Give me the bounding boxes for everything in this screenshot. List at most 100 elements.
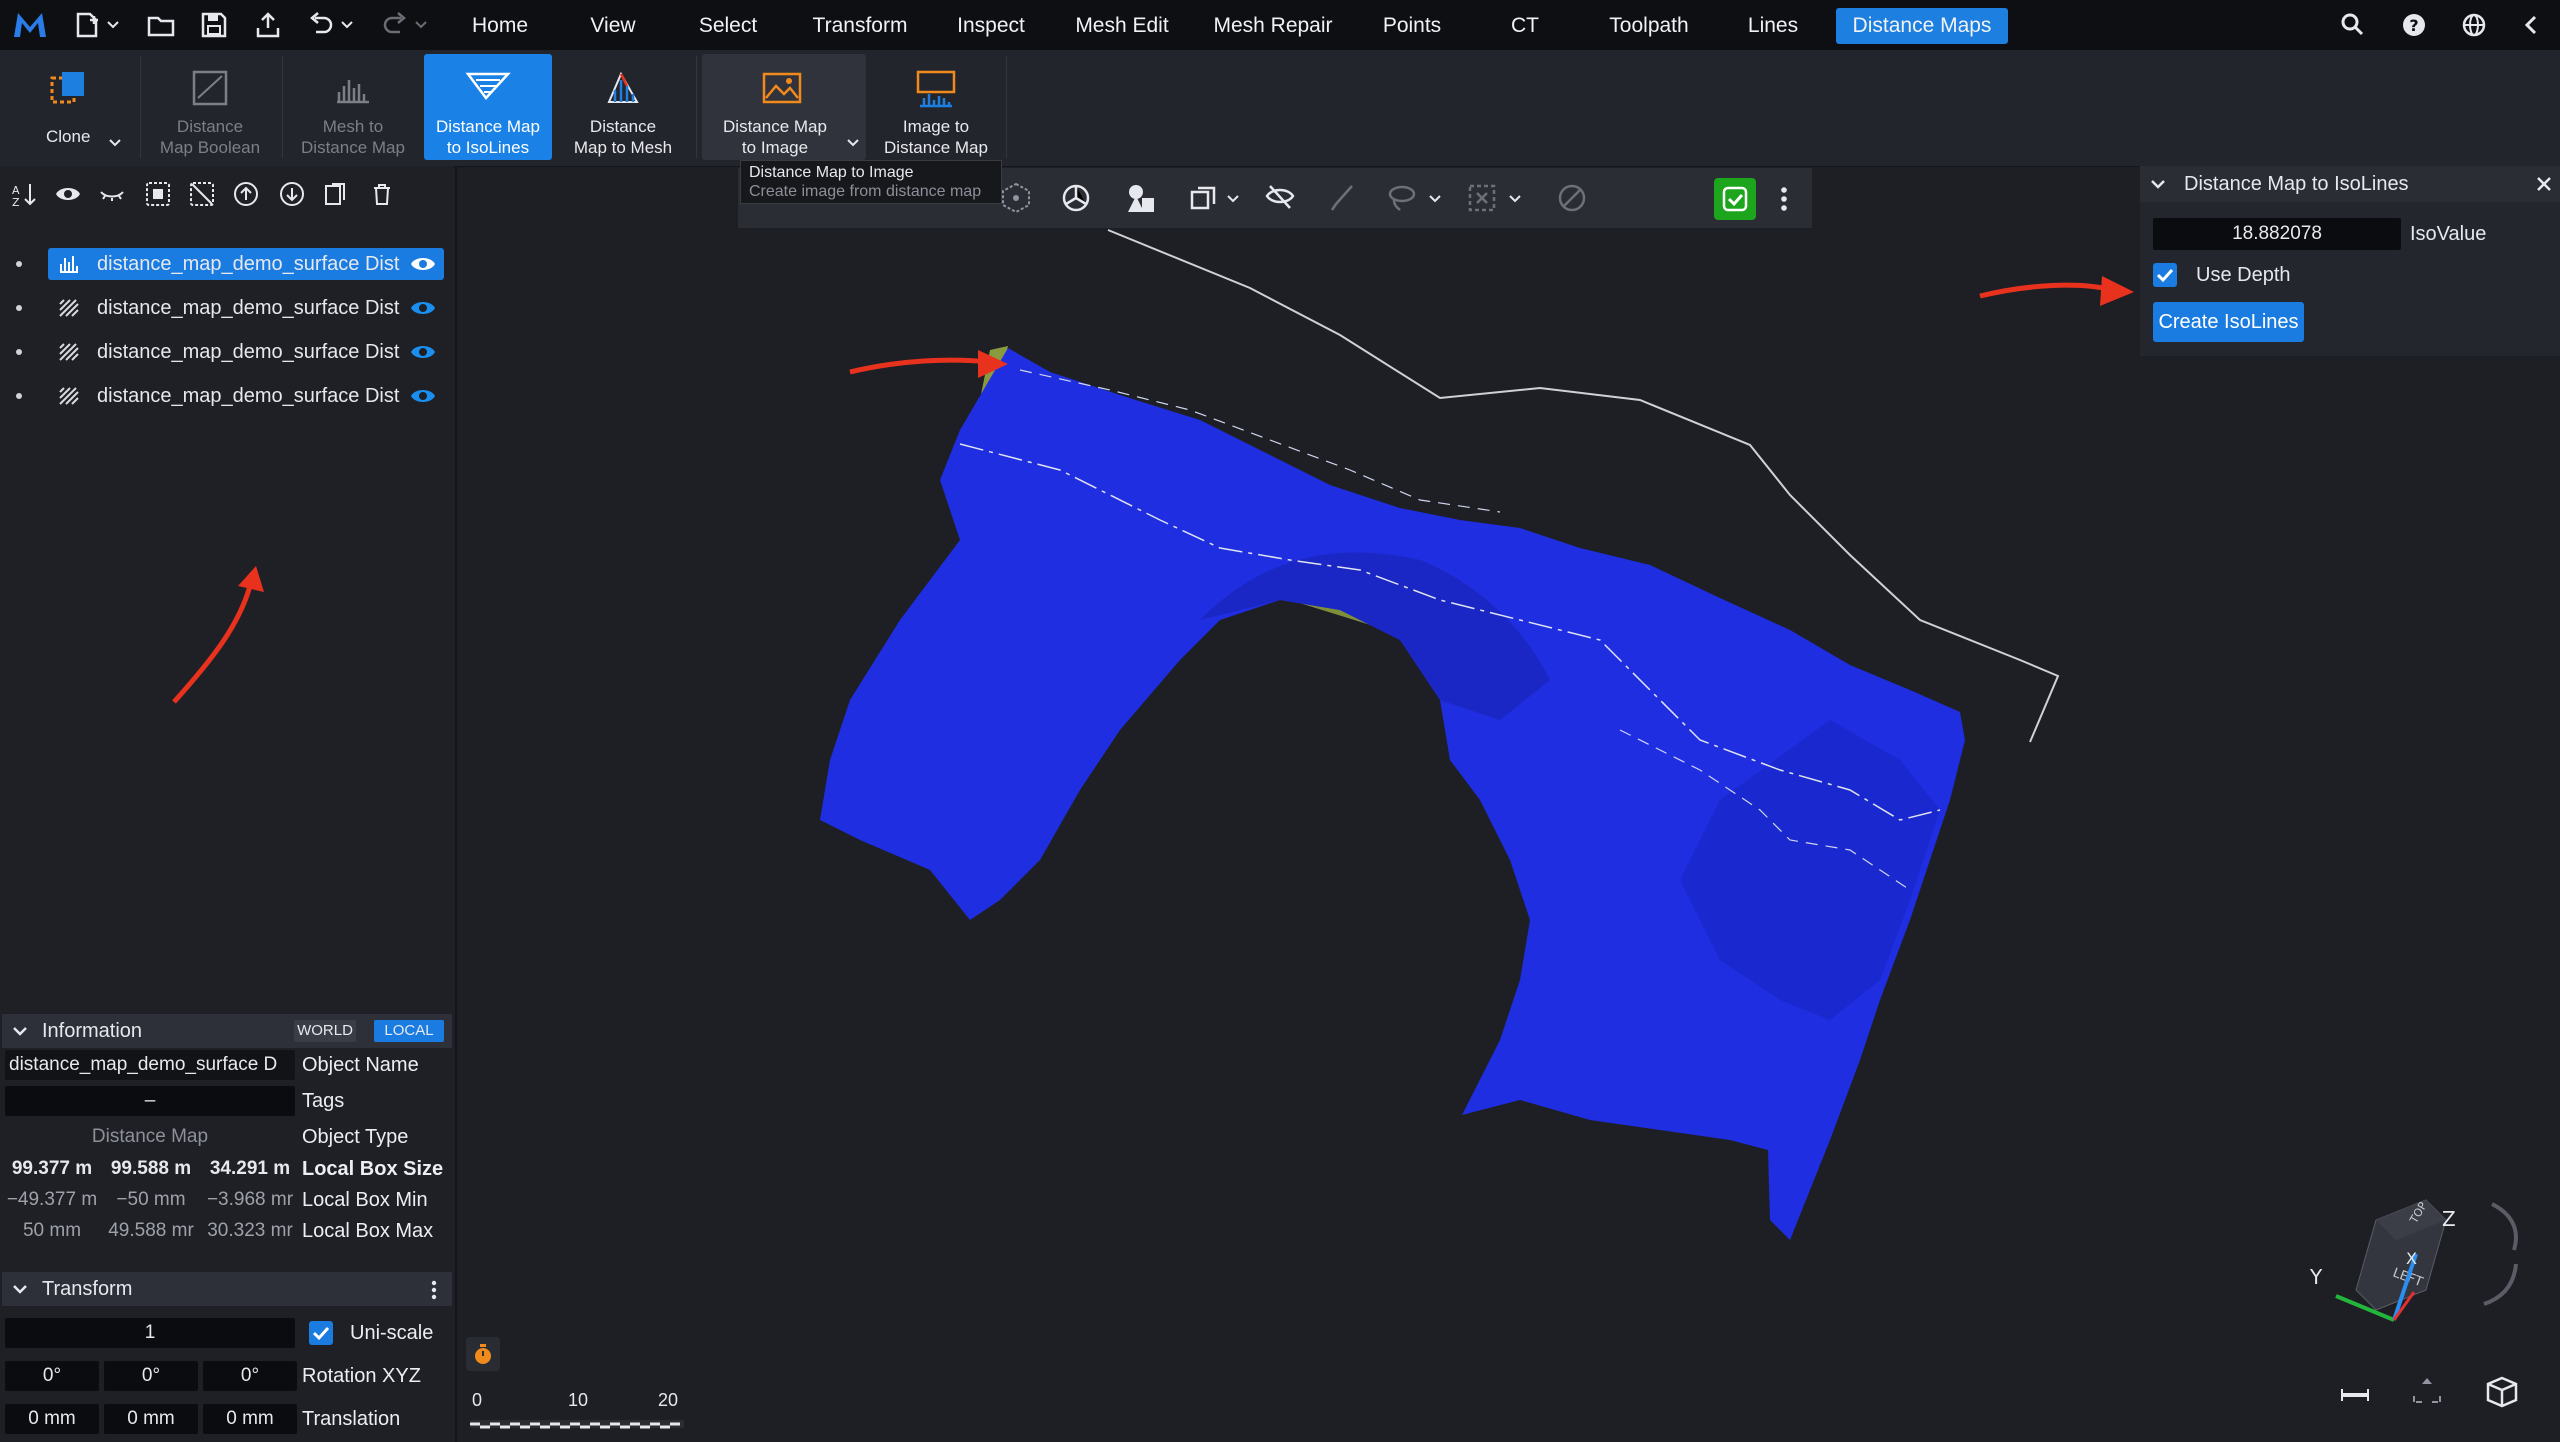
collapse-left-icon[interactable] — [2516, 10, 2546, 40]
chevron-down-icon[interactable] — [2150, 179, 2166, 189]
tree-item[interactable]: distance_map_demo_surface Dist — [0, 290, 455, 326]
mesh-to-distance-map-button[interactable]: Mesh to Distance Map — [288, 54, 418, 160]
brush-icon[interactable] — [1326, 182, 1358, 214]
save-icon[interactable] — [199, 10, 229, 40]
undo-icon[interactable] — [306, 10, 336, 40]
chevron-down-icon[interactable] — [1508, 194, 1522, 204]
distance-map-boolean-button[interactable]: Distance Map Boolean — [146, 54, 274, 160]
select-all-icon[interactable] — [144, 180, 172, 208]
scale-field[interactable]: 1 — [5, 1318, 295, 1348]
hatched-object-icon — [59, 299, 79, 317]
rotation-x-field[interactable]: 0° — [5, 1361, 99, 1391]
visibility-eye-icon[interactable] — [410, 343, 436, 361]
chevron-down-icon[interactable] — [108, 138, 122, 148]
tab-lines[interactable]: Lines — [1736, 8, 1810, 44]
tab-home[interactable]: Home — [454, 8, 546, 44]
move-up-icon[interactable] — [232, 180, 260, 208]
fit-view-icon[interactable] — [2410, 1374, 2444, 1408]
translation-y-field[interactable]: 0 mm — [104, 1404, 198, 1434]
more-options-icon[interactable] — [1780, 186, 1788, 212]
chevron-down-icon[interactable] — [1226, 194, 1240, 204]
clear-selection-icon[interactable] — [1556, 182, 1588, 214]
export-icon[interactable] — [253, 10, 283, 40]
duplicate-icon[interactable] — [322, 180, 350, 208]
distance-map-to-mesh-button[interactable]: Distance Map to Mesh — [560, 54, 686, 160]
hide-all-icon[interactable] — [98, 180, 126, 208]
clone-button[interactable]: Clone — [20, 54, 122, 160]
tab-ct[interactable]: CT — [1500, 8, 1550, 44]
box-select-icon[interactable] — [1466, 182, 1498, 214]
label-line-1: Image to — [902, 117, 970, 136]
measure-icon[interactable] — [2338, 1378, 2372, 1412]
translation-z-field[interactable]: 0 mm — [203, 1404, 297, 1434]
shapes-icon[interactable] — [1124, 182, 1156, 214]
transform-header[interactable]: Transform — [2, 1272, 452, 1306]
mesh-vertices-icon[interactable] — [1000, 182, 1032, 214]
tab-mesh-edit[interactable]: Mesh Edit — [1064, 8, 1180, 44]
translation-x-field[interactable]: 0 mm — [5, 1404, 99, 1434]
box-size-x: 99.377 m — [11, 1158, 93, 1179]
tab-toolpath[interactable]: Toolpath — [1596, 8, 1702, 44]
sort-az-icon[interactable]: AZ — [10, 180, 38, 208]
object-name-field[interactable]: distance_map_demo_surface D — [5, 1050, 295, 1080]
use-depth-checkbox[interactable] — [2153, 263, 2177, 287]
more-options-icon[interactable] — [430, 1280, 438, 1300]
distance-map-to-isolines-button[interactable]: Distance Map to IsoLines — [424, 54, 552, 160]
world-toggle[interactable]: WORLD — [294, 1020, 356, 1042]
lasso-icon[interactable] — [1386, 182, 1418, 214]
camera-orbit-icon[interactable] — [1060, 182, 1092, 214]
visibility-eye-icon[interactable] — [410, 299, 436, 317]
tab-transform[interactable]: Transform — [800, 8, 920, 44]
delete-icon[interactable] — [368, 180, 396, 208]
visibility-eye-icon[interactable] — [410, 255, 436, 273]
panel-header[interactable]: Distance Map to IsoLines — [2140, 166, 2560, 202]
uniscale-checkbox[interactable] — [309, 1321, 333, 1345]
globe-icon[interactable] — [2459, 10, 2489, 40]
move-down-icon[interactable] — [278, 180, 306, 208]
undo-history-chevron-icon[interactable] — [340, 20, 354, 30]
tab-distance-maps[interactable]: Distance Maps — [1836, 8, 2008, 44]
close-icon[interactable] — [2536, 176, 2552, 192]
app-logo-icon[interactable] — [12, 9, 48, 39]
3d-viewport[interactable] — [457, 166, 2560, 1442]
tab-mesh-repair[interactable]: Mesh Repair — [1206, 8, 1340, 44]
chevron-down-icon[interactable] — [1428, 194, 1442, 204]
tree-item[interactable]: distance_map_demo_surface Dist — [0, 246, 455, 282]
deselect-icon[interactable] — [188, 180, 216, 208]
open-folder-icon[interactable] — [146, 10, 176, 40]
tab-inspect[interactable]: Inspect — [946, 8, 1036, 44]
copy-transform-icon[interactable] — [1188, 182, 1220, 214]
object-type-value: Distance Map — [91, 1126, 209, 1147]
tab-view[interactable]: View — [576, 8, 650, 44]
isovalue-input[interactable]: 18.882078 — [2153, 218, 2401, 250]
tab-points[interactable]: Points — [1370, 8, 1454, 44]
image-to-distance-map-button[interactable]: Image to Distance Map — [872, 54, 1000, 160]
box-max-x: 50 mm — [22, 1220, 82, 1241]
hide-selection-icon[interactable] — [1264, 182, 1296, 214]
label-line-1: Distance — [589, 117, 657, 136]
information-header[interactable]: Information WORLD LOCAL — [2, 1014, 452, 1048]
create-isolines-button[interactable]: Create IsoLines — [2153, 302, 2304, 342]
chevron-down-icon[interactable] — [846, 138, 860, 148]
checkmark-icon — [2156, 268, 2174, 283]
new-file-icon[interactable] — [72, 10, 102, 40]
use-depth-label: Use Depth — [2196, 264, 2291, 286]
show-all-icon[interactable] — [54, 180, 82, 208]
distance-map-to-image-button[interactable]: Distance Map to Image — [702, 54, 866, 160]
timer-button[interactable] — [466, 1337, 500, 1371]
tags-field[interactable]: – — [5, 1086, 295, 1116]
view-cube[interactable]: TOP LEFT Y Z X — [2296, 1180, 2560, 1340]
perspective-cube-icon[interactable] — [2484, 1374, 2520, 1410]
visibility-eye-icon[interactable] — [410, 387, 436, 405]
confirm-button[interactable] — [1714, 178, 1756, 220]
search-icon[interactable] — [2338, 10, 2368, 40]
tree-item[interactable]: distance_map_demo_surface Dist — [0, 334, 455, 370]
rotation-y-field[interactable]: 0° — [104, 1361, 198, 1391]
redo-icon[interactable] — [380, 10, 410, 40]
redo-history-chevron-icon[interactable] — [414, 20, 428, 30]
chevron-down-icon[interactable] — [106, 20, 120, 30]
local-toggle[interactable]: LOCAL — [374, 1020, 444, 1042]
tab-select[interactable]: Select — [683, 8, 773, 44]
rotation-z-field[interactable]: 0° — [203, 1361, 297, 1391]
help-icon[interactable]: ? — [2399, 10, 2429, 40]
